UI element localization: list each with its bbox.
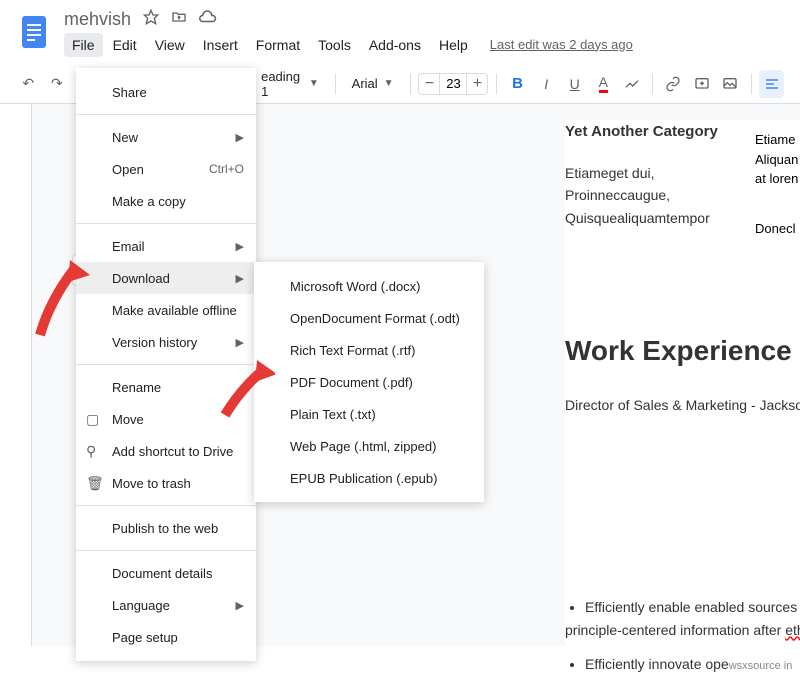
google-docs-icon[interactable] [16,14,52,50]
cloud-status-icon[interactable] [199,8,217,31]
align-left-button[interactable] [759,70,784,98]
menu-file[interactable]: File [64,33,103,57]
highlight-button[interactable] [620,70,645,98]
bullet-item-2: Efficiently innovate opewsxsource in [585,653,800,676]
download-rtf[interactable]: Rich Text Format (.rtf) [254,334,484,366]
download-epub[interactable]: EPUB Publication (.epub) [254,462,484,494]
menu-new[interactable]: New▶ [76,121,256,153]
menu-tools[interactable]: Tools [310,33,359,57]
shortcut-icon: ⚲ [86,443,104,460]
menu-page-setup[interactable]: Page setup [76,621,256,653]
menu-trash[interactable]: 🗑Move to trash [76,467,256,499]
underline-button[interactable]: U [562,70,587,98]
menu-email[interactable]: Email▶ [76,230,256,262]
font-size-increase[interactable]: + [467,75,487,93]
menu-view[interactable]: View [147,33,193,57]
download-pdf[interactable]: PDF Document (.pdf) [254,366,484,398]
menubar: File Edit View Insert Format Tools Add-o… [64,33,784,57]
menu-publish[interactable]: Publish to the web [76,512,256,544]
menu-help[interactable]: Help [431,33,476,57]
work-experience-heading: Work Experience [565,329,800,374]
folder-icon: ▢ [86,411,104,428]
style-select[interactable]: eading 1▼ [253,70,327,98]
menu-language[interactable]: Language▶ [76,589,256,621]
font-select[interactable]: Arial▼ [344,70,402,98]
bullet-list: Efficiently enable enabled sourcesprinci… [565,596,800,675]
menu-doc-details[interactable]: Document details [76,557,256,589]
download-html[interactable]: Web Page (.html, zipped) [254,430,484,462]
menu-move[interactable]: ▢Move [76,403,256,435]
category-body: Etiameget dui, Proinneccaugue, Quisqueal… [565,162,745,229]
document-title[interactable]: mehvish [64,9,131,30]
bullet-item-1: Efficiently enable enabled sourcesprinci… [585,596,800,641]
download-docx[interactable]: Microsoft Word (.docx) [254,270,484,302]
menu-addons[interactable]: Add-ons [361,33,429,57]
download-odt[interactable]: OpenDocument Format (.odt) [254,302,484,334]
move-folder-icon[interactable] [171,9,187,30]
font-size-decrease[interactable]: − [419,75,439,93]
title-area: mehvish File Edit View Insert Format Too… [64,8,784,57]
menu-version-history[interactable]: Version history▶ [76,326,256,358]
director-line: Director of Sales & Marketing - Jackso [565,394,800,416]
menu-insert[interactable]: Insert [195,33,246,57]
undo-button[interactable]: ↶ [16,70,41,98]
bold-button[interactable]: B [505,70,530,98]
menu-rename[interactable]: Rename [76,371,256,403]
font-size-value[interactable]: 23 [439,74,467,94]
menu-open[interactable]: OpenCtrl+O [76,153,256,185]
insert-comment-button[interactable] [689,70,714,98]
menu-add-shortcut[interactable]: ⚲Add shortcut to Drive [76,435,256,467]
menu-format[interactable]: Format [248,33,308,57]
italic-button[interactable]: I [534,70,559,98]
menu-download[interactable]: Download▶ [76,262,256,294]
font-size-control: − 23 + [418,73,488,95]
redo-button[interactable]: ↷ [45,70,70,98]
file-menu-dropdown: Share New▶ OpenCtrl+O Make a copy Email▶… [76,68,256,661]
menu-make-copy[interactable]: Make a copy [76,185,256,217]
menu-share[interactable]: Share [76,76,256,108]
download-submenu: Microsoft Word (.docx) OpenDocument Form… [254,262,484,502]
last-edit-link[interactable]: Last edit was 2 days ago [490,33,633,57]
side-text-block: Etiame Aliquan at loren Donecl [755,130,798,238]
menu-make-offline[interactable]: Make available offline [76,294,256,326]
menu-edit[interactable]: Edit [105,33,145,57]
header: mehvish File Edit View Insert Format Too… [0,0,800,64]
text-color-button[interactable]: A [591,70,616,98]
vertical-ruler [0,104,32,646]
trash-icon: 🗑 [86,475,104,492]
insert-link-button[interactable] [661,70,686,98]
insert-image-button[interactable] [718,70,743,98]
star-icon[interactable] [143,9,159,30]
download-txt[interactable]: Plain Text (.txt) [254,398,484,430]
